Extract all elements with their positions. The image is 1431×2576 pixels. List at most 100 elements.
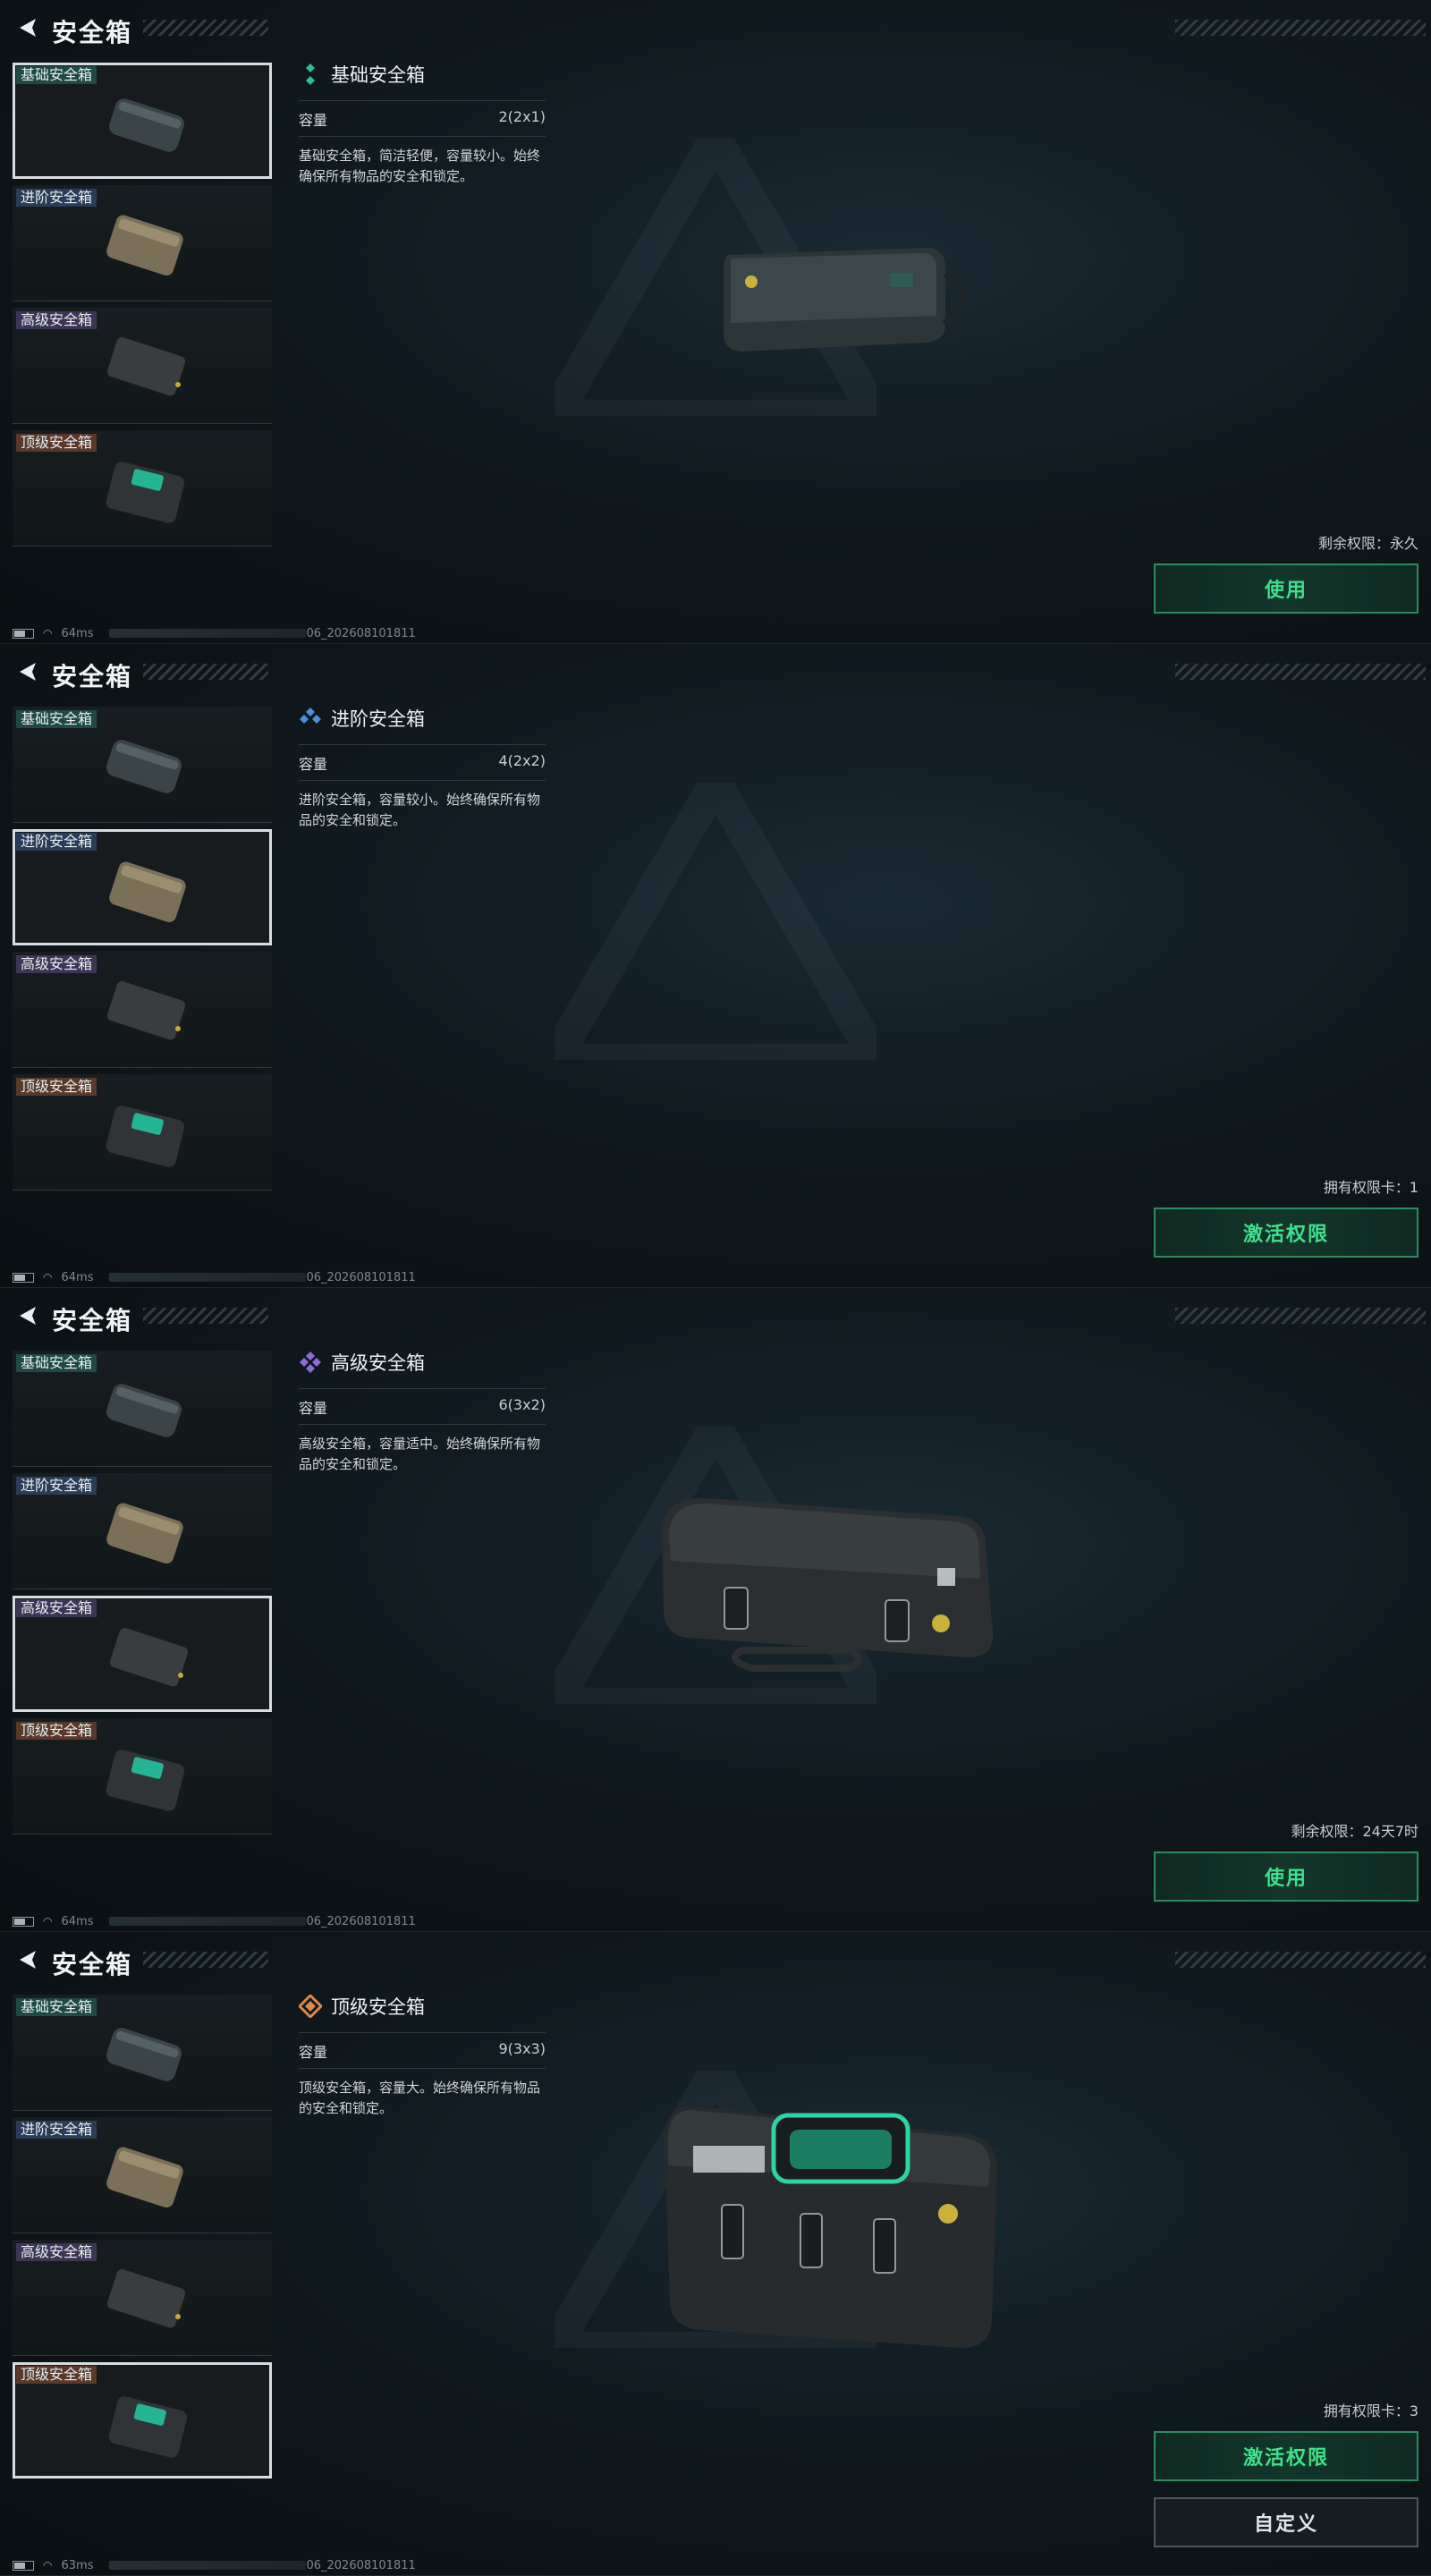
background-logo-icon [555,783,876,1060]
box-list-item-basic[interactable]: 基础安全箱 [13,63,272,179]
box-detail: 高级安全箱 容量 6(3x2) 高级安全箱，容量适中。始终确保所有物品的安全和锁… [299,1349,546,1475]
advanced-box-thumbnail-icon [106,215,183,276]
capacity-value: 2(2x1) [498,108,546,125]
box-tag-label: 进阶安全箱 [16,1477,97,1495]
top-box-thumbnail-icon [108,2396,188,2458]
wifi-icon: ◠ [43,1915,53,1928]
permission-card-count-text: 拥有权限卡：3 [1323,2402,1418,2419]
battery-icon [13,628,34,639]
screen-panel-4: 安全箱 基础安全箱 进阶安全箱 高级安全箱 顶级安全箱 顶级安全箱 容量 9(3… [0,1932,1431,2576]
header-hatch-decoration [1175,1308,1426,1324]
box-list-item-top[interactable]: 顶级安全箱 [13,430,272,547]
rarity-senior-icon [300,1352,321,1373]
top-box-preview-image [665,2106,997,2348]
back-button[interactable] [13,1945,43,1975]
box-list-item-basic[interactable]: 基础安全箱 [13,1351,272,1467]
box-list: 基础安全箱 进阶安全箱 高级安全箱 顶级安全箱 [13,63,274,553]
box-list-item-advanced[interactable]: 进阶安全箱 [13,829,272,945]
box-list-item-senior[interactable]: 高级安全箱 [13,2240,272,2356]
box-list-item-top[interactable]: 顶级安全箱 [13,2362,272,2479]
capacity-row: 容量 9(3x3) [299,2032,546,2069]
screen-panel-2: 安全箱 基础安全箱 进阶安全箱 高级安全箱 顶级安全箱 进阶安全箱 容量 4(2… [0,644,1431,1288]
back-button[interactable] [13,1301,43,1331]
box-name: 进阶安全箱 [331,708,425,730]
box-description: 基础安全箱，简洁轻便，容量较小。始终确保所有物品的安全和锁定。 [299,148,541,184]
senior-box-preview-image [662,1497,994,1672]
battery-icon [13,1272,34,1283]
activate-permission-button[interactable]: 激活权限 [1154,2431,1418,2481]
advanced-box-thumbnail-icon [109,861,186,923]
status-bar: ◠ 64ms 06_202608101811 [13,1270,416,1284]
box-description: 进阶安全箱，容量较小。始终确保所有物品的安全和锁定。 [299,792,541,828]
page-title: 安全箱 [52,662,133,691]
page-title: 安全箱 [52,1306,133,1335]
blurred-info [109,2561,307,2570]
box-list-item-basic[interactable]: 基础安全箱 [13,1995,272,2111]
back-button[interactable] [13,13,43,43]
remaining-permission-text: 剩余权限：永久 [1317,535,1418,552]
box-list-item-senior[interactable]: 高级安全箱 [13,308,272,424]
back-arrow-icon [20,1307,36,1325]
top-box-thumbnail-icon [106,462,185,523]
basic-box-thumbnail-icon [106,740,182,793]
box-list-item-top[interactable]: 顶级安全箱 [13,1718,272,1835]
rarity-top-icon [299,1995,322,2018]
box-tag-label: 顶级安全箱 [16,2366,97,2384]
page-title: 安全箱 [52,18,133,47]
box-tag-label: 基础安全箱 [16,1354,97,1372]
capacity-row: 容量 4(2x2) [299,744,546,781]
box-tag-label: 高级安全箱 [16,2243,97,2261]
use-button[interactable]: 使用 [1154,1852,1418,1902]
box-list-item-advanced[interactable]: 进阶安全箱 [13,2117,272,2233]
back-arrow-icon [20,19,36,37]
wifi-icon: ◠ [43,2559,53,2572]
screen-panel-3: 安全箱 基础安全箱 进阶安全箱 高级安全箱 顶级安全箱 高级安全箱 容量 6(3… [0,1288,1431,1932]
senior-box-thumbnail-icon [106,2269,186,2328]
status-bar: ◠ 63ms 06_202608101811 [13,2558,416,2572]
build-text: 06_202608101811 [306,1914,416,1928]
page-title: 安全箱 [52,1950,133,1979]
battery-icon [13,1916,34,1927]
remaining-permission-text: 剩余权限：24天7时 [1291,1823,1418,1840]
box-list-item-top[interactable]: 顶级安全箱 [13,1074,272,1191]
box-description: 顶级安全箱，容量大。始终确保所有物品的安全和锁定。 [299,2080,541,2116]
box-list-item-senior[interactable]: 高级安全箱 [13,1596,272,1712]
box-list-item-advanced[interactable]: 进阶安全箱 [13,1473,272,1589]
rarity-basic-icon [306,64,315,85]
advanced-box-thumbnail-icon [106,2147,183,2208]
battery-icon [13,2560,34,2571]
customize-button[interactable]: 自定义 [1154,2497,1418,2547]
box-list: 基础安全箱 进阶安全箱 高级安全箱 顶级安全箱 [13,1995,274,2485]
wifi-icon: ◠ [43,627,53,640]
activate-permission-button[interactable]: 激活权限 [1154,1208,1418,1258]
header-hatch-decoration [143,1952,268,1968]
back-button[interactable] [13,657,43,687]
box-list-item-basic[interactable]: 基础安全箱 [13,707,272,823]
basic-box-thumbnail-icon [109,98,184,152]
top-box-thumbnail-icon [106,1106,185,1167]
box-description: 高级安全箱，容量适中。始终确保所有物品的安全和锁定。 [299,1436,541,1472]
box-name: 基础安全箱 [331,64,425,86]
blurred-info [109,629,307,638]
header-hatch-decoration [143,20,268,36]
capacity-label: 容量 [299,1400,328,1417]
capacity-value: 4(2x2) [498,752,546,769]
use-button[interactable]: 使用 [1154,564,1418,614]
capacity-value: 9(3x3) [498,2040,546,2057]
capacity-label: 容量 [299,2044,328,2061]
box-detail: 进阶安全箱 容量 4(2x2) 进阶安全箱，容量较小。始终确保所有物品的安全和锁… [299,705,546,831]
box-list-item-senior[interactable]: 高级安全箱 [13,952,272,1068]
header: 安全箱 [0,1932,1431,1987]
header-hatch-decoration [1175,1952,1426,1968]
box-list-item-advanced[interactable]: 进阶安全箱 [13,185,272,301]
box-tag-label: 顶级安全箱 [16,1078,97,1096]
basic-box-thumbnail-icon [106,1384,182,1437]
header-hatch-decoration [1175,664,1426,680]
box-tag-label: 进阶安全箱 [16,2121,97,2139]
box-detail: 基础安全箱 容量 2(2x1) 基础安全箱，简洁轻便，容量较小。始终确保所有物品… [299,61,546,187]
screen-panel-1: 安全箱 基础安全箱 进阶安全箱 高级安全箱 顶级安全箱 基础安全箱 容量 2(2… [0,0,1431,644]
box-list: 基础安全箱 进阶安全箱 高级安全箱 顶级安全箱 [13,1351,274,1841]
header-hatch-decoration [143,664,268,680]
wifi-icon: ◠ [43,1271,53,1284]
box-tag-label: 进阶安全箱 [16,833,97,851]
